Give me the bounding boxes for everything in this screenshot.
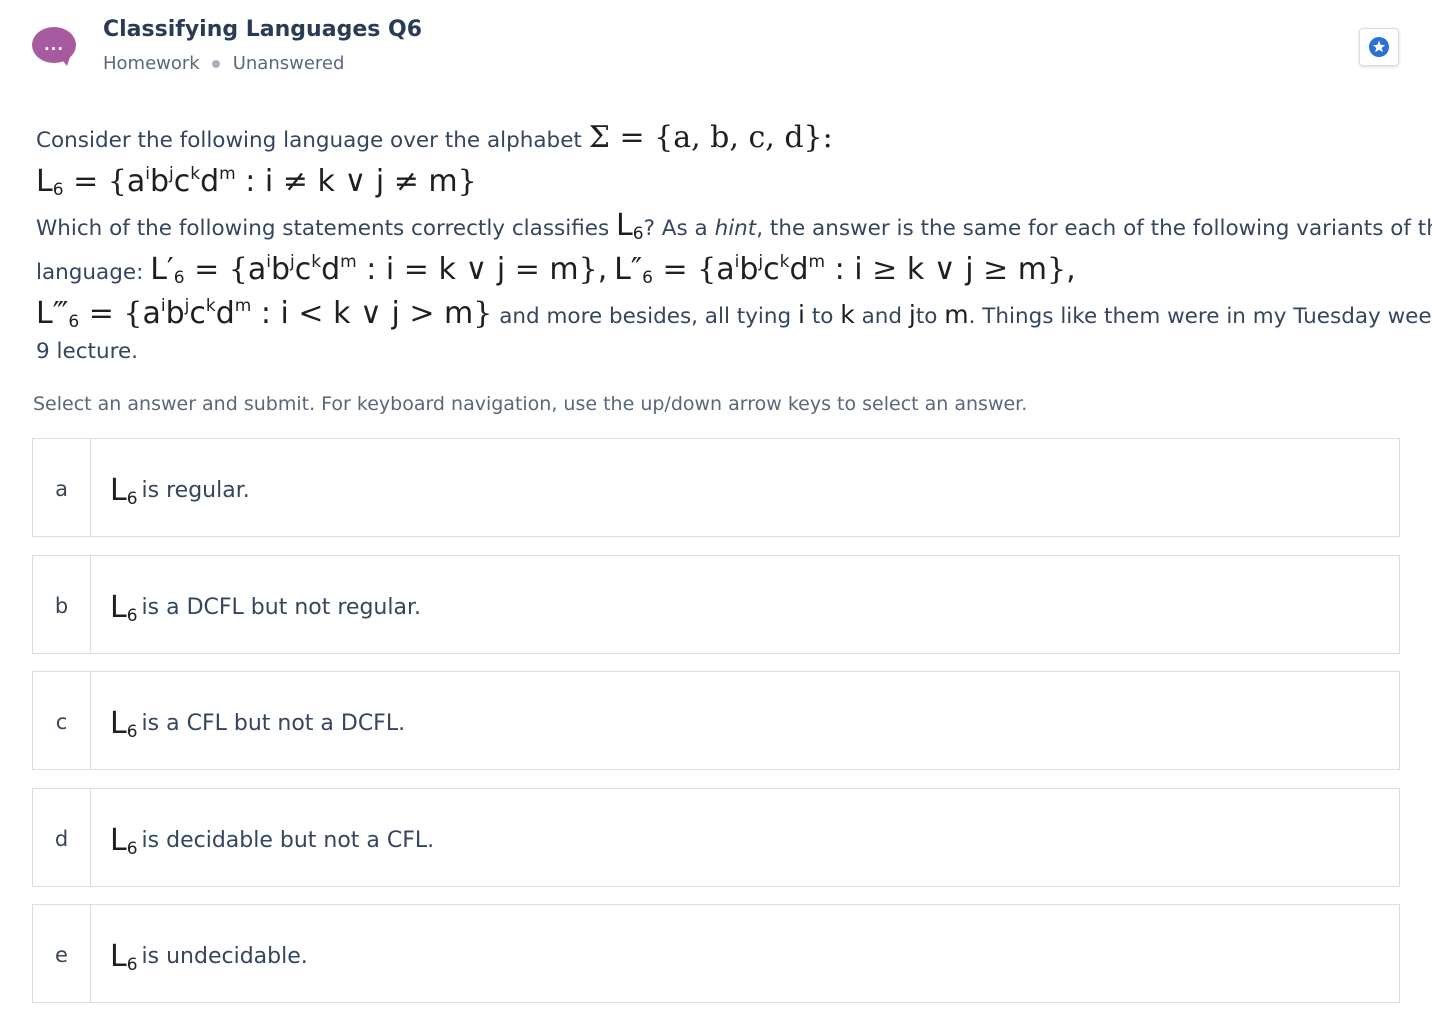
question-line-5: L‴6 = {aibjckdm : i < k ∨ j > m} and mor… — [36, 296, 1432, 332]
l6-symbol: L6 — [110, 706, 138, 742]
var-m: m — [944, 300, 969, 329]
l6-symbol: L6 — [110, 590, 138, 626]
question-meta: Homework Unanswered — [103, 53, 344, 74]
bookmark-button[interactable] — [1359, 28, 1399, 66]
answer-instructions: Select an answer and submit. For keyboar… — [33, 393, 1028, 415]
option-letter: d — [33, 789, 91, 886]
answer-option-c[interactable]: c L6 is a CFL but not a DCFL. — [32, 671, 1400, 770]
question-line-6: 9 lecture. — [36, 339, 139, 364]
answer-option-d[interactable]: d L6 is decidable but not a CFL. — [32, 788, 1400, 887]
answer-option-e[interactable]: e L6 is undecidable. — [32, 904, 1400, 1003]
option-text: L6 is a CFL but not a DCFL. — [110, 706, 406, 742]
option-letter: a — [33, 439, 91, 536]
question-status: Unanswered — [232, 53, 345, 74]
variant-2-math: L″6 = {aibjckdm : i ≥ k ∨ j ≥ m}, — [614, 252, 1076, 288]
option-text: L6 is regular. — [110, 473, 250, 509]
alphabet-math: Σ = {a, b, c, d}: — [588, 120, 833, 155]
l6-symbol: L6 — [616, 208, 644, 244]
page-title: Classifying Languages Q6 — [103, 17, 422, 42]
l6-symbol: L6 — [110, 473, 138, 509]
avatar-label: ... — [43, 35, 65, 54]
option-text: L6 is decidable but not a CFL. — [110, 823, 435, 859]
variant-1-math: L′6 = {aibjckdm : i = k ∨ j = m}, — [150, 252, 608, 288]
star-icon — [1369, 37, 1389, 57]
avatar: ... — [32, 27, 76, 66]
variant-3-math: L‴6 = {aibjckdm : i < k ∨ j > m} — [36, 296, 493, 332]
language-definition: L6 = {aibjckdm : i ≠ k ∨ j ≠ m} — [36, 161, 1406, 205]
option-text: L6 is undecidable. — [110, 939, 308, 975]
option-text: L6 is a DCFL but not regular. — [110, 590, 421, 626]
l6-symbol: L6 — [110, 939, 138, 975]
question-type: Homework — [103, 53, 200, 74]
answer-option-b[interactable]: b L6 is a DCFL but not regular. — [32, 555, 1400, 654]
question-line-1: Consider the following language over the… — [36, 120, 833, 155]
separator-dot — [211, 59, 220, 68]
question-body: Consider the following language over the… — [36, 117, 1432, 367]
l6-symbol: L6 — [110, 823, 138, 859]
var-i: i — [798, 300, 805, 329]
option-letter: c — [33, 672, 91, 769]
option-letter: b — [33, 556, 91, 653]
var-k: k — [840, 300, 855, 329]
language-math: L6 = {aibjckdm : i ≠ k ∨ j ≠ m} — [36, 164, 477, 200]
option-letter: e — [33, 905, 91, 1002]
var-j: j — [908, 300, 916, 329]
question-line-4: language: L′6 = {aibjckdm : i = k ∨ j = … — [36, 252, 1076, 288]
answer-option-a[interactable]: a L6 is regular. — [32, 438, 1400, 537]
question-line-3: Which of the following statements correc… — [36, 208, 1432, 244]
